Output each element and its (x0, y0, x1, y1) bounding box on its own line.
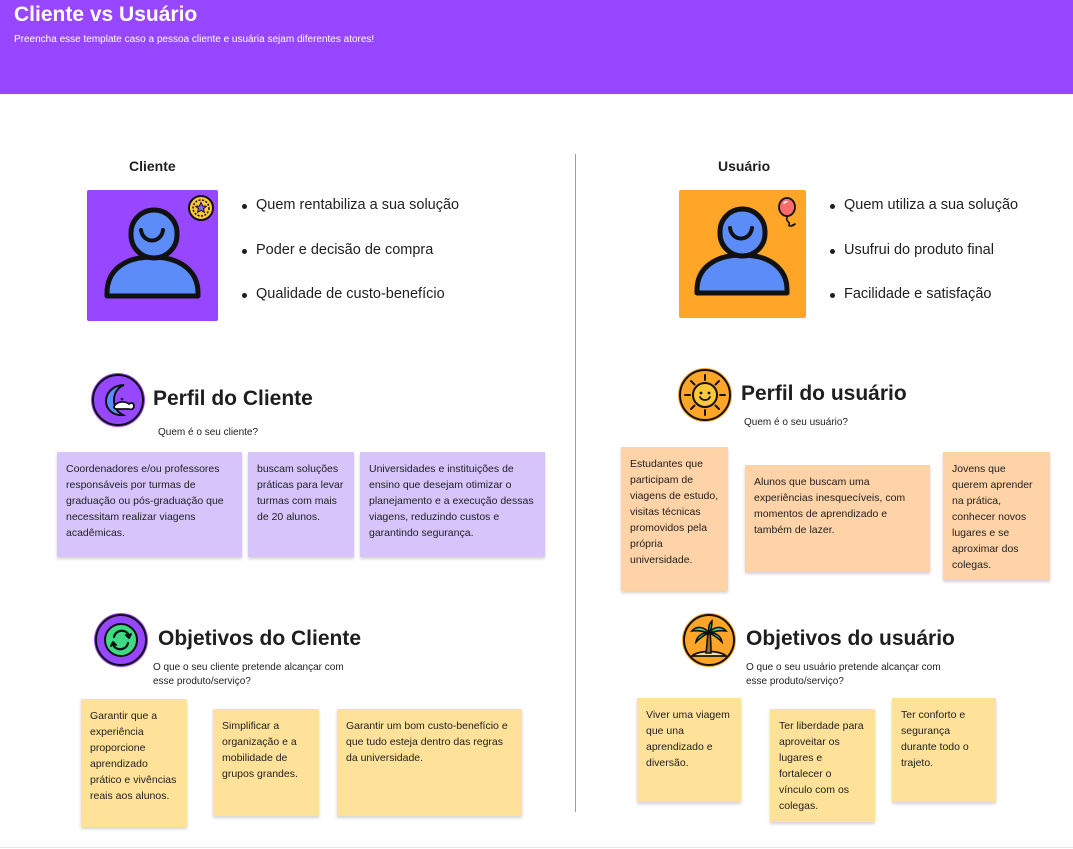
section-title: Objetivos do Cliente (158, 627, 362, 650)
list-item: Qualidade de custo-benefício (242, 286, 459, 331)
cliente-bullet-list: Quem rentabiliza a sua solução Poder e d… (242, 197, 459, 331)
bottom-border (0, 847, 1073, 848)
palm-tree-icon (682, 613, 736, 667)
balloon-icon (778, 197, 796, 227)
list-item: Facilidade e satisfação (830, 286, 1018, 331)
section-title: Perfil do usuário (741, 382, 907, 405)
usuario-avatar-card[interactable] (679, 190, 806, 318)
sticky-note[interactable]: buscam soluções práticas para levar turm… (248, 452, 354, 557)
cliente-label: Cliente (129, 158, 176, 174)
column-divider (575, 154, 576, 812)
page-title: Cliente vs Usuário (14, 3, 198, 26)
usuario-label: Usuário (718, 158, 771, 174)
sticky-note[interactable]: Ter conforto e segurança durante todo o … (892, 698, 996, 802)
section-subtitle: Quem é o seu usuário? (744, 417, 848, 428)
sticky-note[interactable]: Estudantes que participam de viagens de … (621, 447, 728, 591)
section-subtitle: O que o seu usuário pretende alcançar co… (746, 662, 941, 687)
sticky-note[interactable]: Ter liberdade para aproveitar os lugares… (770, 709, 875, 822)
section-title: Objetivos do usuário (746, 627, 955, 650)
section-title: Perfil do Cliente (153, 387, 313, 410)
sun-icon (678, 368, 732, 422)
sticky-note[interactable]: Garantir um bom custo-benefício e que tu… (337, 709, 522, 816)
list-item: Quem utiliza a sua solução (830, 197, 1018, 242)
sticky-note[interactable]: Viver uma viagem que una aprendizado e d… (637, 698, 741, 802)
star-coin-icon (188, 195, 214, 221)
sticky-note[interactable]: Alunos que buscam uma experiências inesq… (745, 465, 930, 572)
page-subtitle: Preencha esse template caso a pessoa cli… (14, 34, 375, 45)
refresh-arrows-icon (94, 613, 148, 667)
list-item: Quem rentabiliza a sua solução (242, 197, 459, 242)
cliente-avatar-card[interactable] (87, 190, 218, 321)
moon-icon (91, 373, 145, 427)
sticky-note[interactable]: Coordenadores e/ou professores responsáv… (57, 452, 242, 557)
sticky-note[interactable]: Garantir que a experiência proporcione a… (81, 699, 187, 827)
sticky-note[interactable]: Simplificar a organização e a mobilidade… (213, 709, 319, 816)
sticky-note[interactable]: Jovens que querem aprender na prática, c… (943, 452, 1050, 580)
header-banner: Cliente vs Usuário Preencha esse templat… (0, 0, 1073, 94)
sticky-note[interactable]: Universidades e instituições de ensino q… (360, 452, 545, 557)
usuario-bullet-list: Quem utiliza a sua solução Usufrui do pr… (830, 197, 1018, 331)
list-item: Usufrui do produto final (830, 242, 1018, 287)
list-item: Poder e decisão de compra (242, 242, 459, 287)
section-subtitle: O que o seu cliente pretende alcançar co… (153, 662, 344, 687)
section-subtitle: Quem é o seu cliente? (158, 427, 259, 438)
